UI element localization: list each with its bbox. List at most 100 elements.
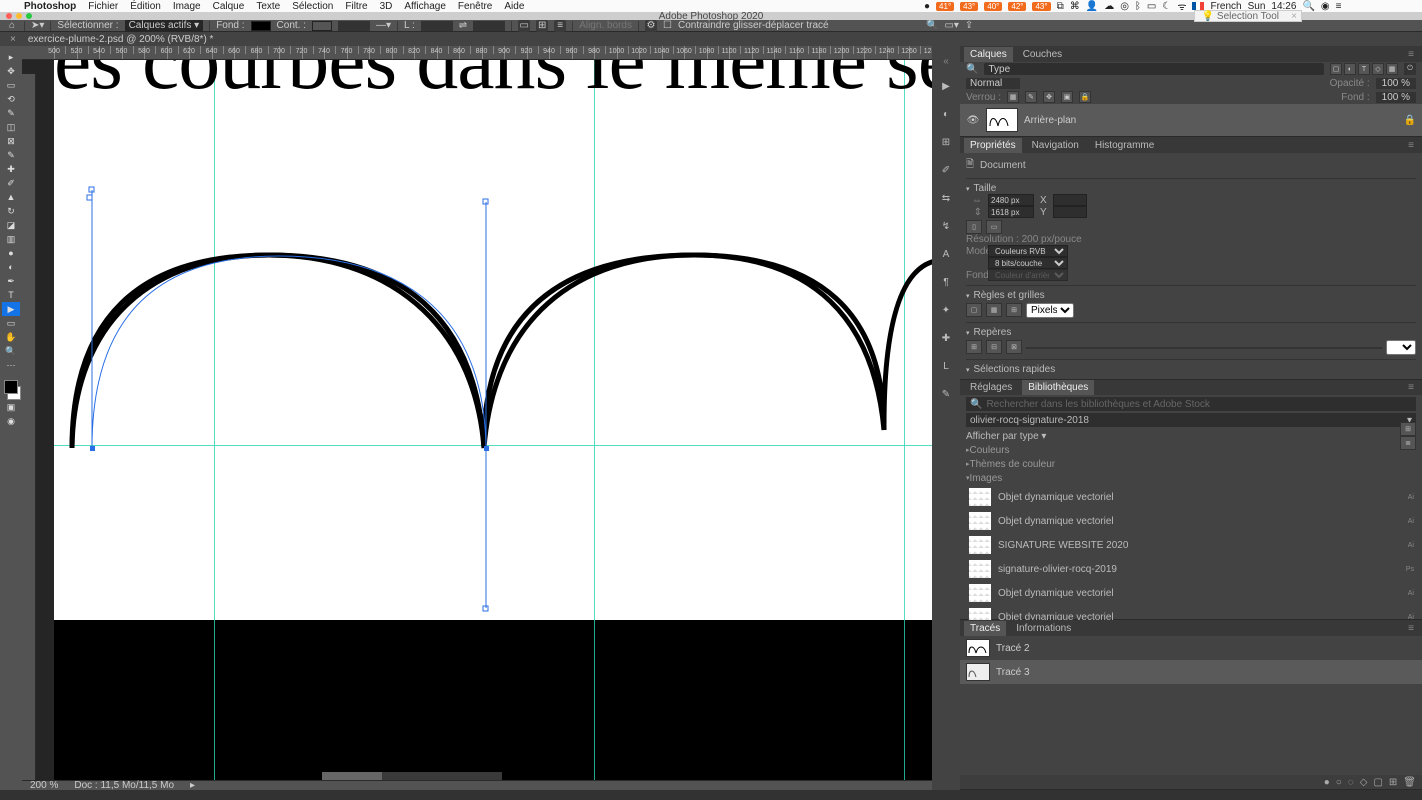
- weather-badge[interactable]: 42°: [1008, 2, 1026, 11]
- menu-layer[interactable]: Calque: [207, 1, 251, 12]
- weather-badge[interactable]: 40°: [984, 2, 1002, 11]
- guide-vertical[interactable]: [214, 60, 215, 780]
- window-zoom-button[interactable]: [26, 13, 32, 19]
- lib-category-colors[interactable]: Couleurs: [966, 443, 1416, 457]
- y-input[interactable]: [1053, 206, 1087, 218]
- glyphs-panel-icon[interactable]: ⇆: [937, 189, 955, 207]
- filter-shape-icon[interactable]: ◇: [1372, 63, 1384, 75]
- brushes-panel-icon[interactable]: ✐: [937, 161, 955, 179]
- path-name[interactable]: Tracé 2: [996, 643, 1030, 654]
- weather-badge[interactable]: 43°: [1032, 2, 1050, 11]
- actions-panel-icon[interactable]: ✚: [937, 329, 955, 347]
- guide-select[interactable]: [1386, 340, 1416, 355]
- select-dropdown[interactable]: Calques actifs ▾: [125, 19, 204, 32]
- tool-preset-icon[interactable]: ➤▾: [31, 20, 44, 31]
- tab-libraries[interactable]: Bibliothèques: [1022, 380, 1094, 395]
- menubar-extra-icon[interactable]: ⧉: [1057, 1, 1064, 12]
- link-wh-icon[interactable]: ⇌: [459, 20, 467, 31]
- vertical-ruler[interactable]: [22, 74, 36, 780]
- window-minimize-button[interactable]: [16, 13, 22, 19]
- history-brush-tool[interactable]: ↻: [2, 204, 20, 218]
- lock-all-icon[interactable]: 🔒: [1079, 91, 1091, 103]
- library-search[interactable]: 🔍 Rechercher dans les bibliothèques et A…: [966, 397, 1416, 411]
- path-row-selected[interactable]: Tracé 3: [960, 660, 1422, 684]
- menu-app[interactable]: Photoshop: [18, 1, 82, 12]
- lock-position-icon[interactable]: ✥: [1043, 91, 1055, 103]
- layer-filter-dropdown[interactable]: Type: [984, 63, 1324, 75]
- weather-badge[interactable]: 43°: [960, 2, 978, 11]
- swatches-panel-icon[interactable]: ⊞: [937, 133, 955, 151]
- dnd-icon[interactable]: ☾: [1162, 1, 1171, 12]
- width-input[interactable]: [988, 194, 1034, 206]
- home-button[interactable]: ⌂: [6, 20, 18, 32]
- dodge-tool[interactable]: ◐: [2, 260, 20, 274]
- brush-tool[interactable]: ✐: [2, 176, 20, 190]
- path-row[interactable]: Tracé 2: [960, 636, 1422, 660]
- stroke-style[interactable]: —▾: [376, 20, 391, 31]
- library-item[interactable]: Objet dynamique vectorielAi: [966, 509, 1416, 533]
- w-input[interactable]: [421, 21, 453, 31]
- layer-lock-icon[interactable]: 🔒: [1404, 115, 1416, 126]
- notification-center-icon[interactable]: ≡: [1336, 1, 1342, 12]
- x-input[interactable]: [1053, 194, 1087, 206]
- filter-toggle[interactable]: ⏻: [1404, 63, 1416, 75]
- pen-tool[interactable]: ✒: [2, 274, 20, 288]
- menubar-extra-icon[interactable]: 👤: [1086, 1, 1098, 12]
- edit-toolbar[interactable]: ⋯: [2, 358, 20, 372]
- filter-pixel-icon[interactable]: ▢: [1330, 63, 1342, 75]
- share-icon[interactable]: ⇪: [965, 20, 973, 31]
- lock-pixels-icon[interactable]: ✎: [1025, 91, 1037, 103]
- panel-menu-icon[interactable]: ≡: [1404, 140, 1418, 151]
- lasso-tool[interactable]: ⟲: [2, 92, 20, 106]
- edit-panel-icon[interactable]: ✎: [937, 385, 955, 403]
- menu-select[interactable]: Sélection: [286, 1, 339, 12]
- filter-smart-icon[interactable]: ▦: [1386, 63, 1398, 75]
- type-tool[interactable]: T: [2, 288, 20, 302]
- menu-window[interactable]: Fenêtre: [452, 1, 498, 12]
- history-panel-icon[interactable]: ▶: [937, 77, 955, 95]
- tab-channels[interactable]: Couches: [1017, 47, 1068, 62]
- guide-preset-icon[interactable]: ⊞: [966, 340, 982, 354]
- new-path-icon[interactable]: ⊞: [1389, 777, 1397, 788]
- w-field[interactable]: L :: [404, 20, 415, 31]
- menubar-extra-icon[interactable]: ⌘: [1070, 1, 1080, 12]
- path-ops-icon[interactable]: ▭: [518, 20, 530, 32]
- siri-icon[interactable]: ◉: [1321, 1, 1330, 12]
- spotlight-icon[interactable]: 🔍: [1302, 1, 1314, 12]
- grid-view-icon[interactable]: ⊞: [1400, 422, 1416, 436]
- layer-row[interactable]: 👁 Arrière-plan 🔒: [960, 104, 1422, 136]
- clone-panel-icon[interactable]: ↯: [937, 217, 955, 235]
- prop-section-selections[interactable]: Sélections rapides: [966, 364, 1416, 375]
- h-input[interactable]: [473, 21, 505, 31]
- fill-path-icon[interactable]: ●: [1324, 777, 1330, 788]
- delete-path-icon[interactable]: 🗑: [1403, 777, 1416, 788]
- airplay-icon[interactable]: ▭: [1147, 1, 1156, 12]
- lock-transparency-icon[interactable]: ▦: [1007, 91, 1019, 103]
- horizontal-ruler[interactable]: 5005205405605806006206406606807007207407…: [22, 46, 932, 60]
- prop-section-rulers[interactable]: Règles et grilles: [966, 290, 1416, 301]
- move-tool[interactable]: ✥: [2, 64, 20, 78]
- color-swatches[interactable]: [1, 380, 21, 400]
- gear-icon[interactable]: ⚙: [645, 20, 657, 32]
- tab-navigator[interactable]: Navigation: [1026, 138, 1085, 153]
- depth-select[interactable]: 8 bits/couche: [988, 257, 1068, 269]
- canvas[interactable]: es courbes dans le même sens.: [36, 60, 932, 780]
- blend-mode-dropdown[interactable]: Normal: [966, 78, 1020, 89]
- unit-select[interactable]: Pixels: [1026, 303, 1074, 318]
- menubar-extra-icon[interactable]: ◎: [1120, 1, 1129, 12]
- constrain-checkbox-label[interactable]: Contraindre glisser-déplacer tracé: [678, 20, 829, 31]
- path-arrange-icon[interactable]: ≡: [554, 20, 566, 32]
- stroke-weight[interactable]: [338, 21, 370, 31]
- paragraph-panel-icon[interactable]: ¶: [937, 273, 955, 291]
- marquee-tool[interactable]: ▭: [2, 78, 20, 92]
- zoom-level[interactable]: 200 %: [30, 780, 58, 791]
- menu-text[interactable]: Texte: [250, 1, 286, 12]
- quick-select-tool[interactable]: ✎: [2, 106, 20, 120]
- prop-section-size[interactable]: Taille: [966, 183, 1416, 194]
- eraser-tool[interactable]: ◪: [2, 218, 20, 232]
- hand-tool[interactable]: ✋: [2, 330, 20, 344]
- color-panel-icon[interactable]: ◐: [937, 105, 955, 123]
- menu-edit[interactable]: Édition: [124, 1, 167, 12]
- artboard[interactable]: [54, 60, 932, 620]
- height-input[interactable]: [988, 206, 1034, 218]
